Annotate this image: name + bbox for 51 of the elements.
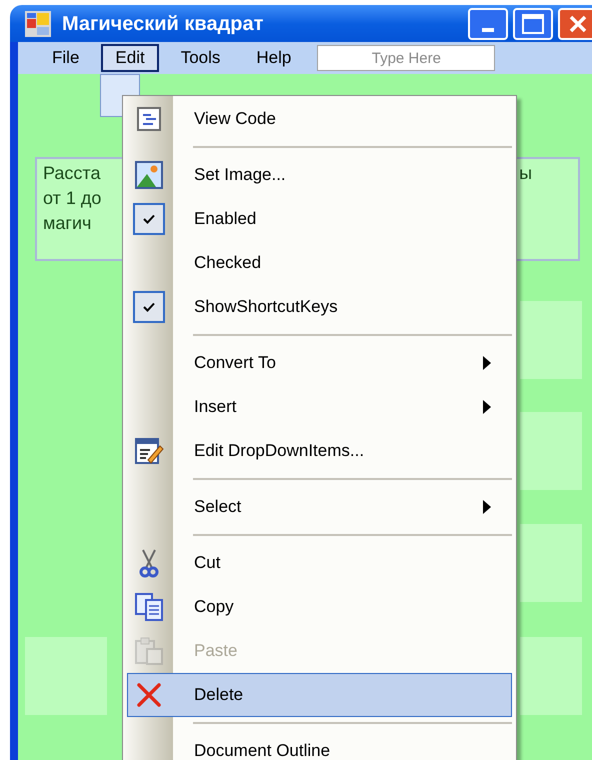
menu-item-label: Select (194, 496, 242, 518)
menu-item-label: View Code (194, 108, 277, 130)
checkmark-icon (143, 302, 155, 312)
menu-item-label: Document Outline (194, 740, 332, 760)
menu-item-label: Delete (194, 684, 244, 706)
label-text: от 1 до (43, 187, 102, 210)
menu-item-label: Edit DropDownItems... (194, 440, 366, 462)
menu-item[interactable]: Insert (127, 385, 512, 429)
menu-item[interactable]: Checked (127, 241, 512, 285)
menu-item-label: Cut (194, 552, 222, 574)
minimize-button[interactable] (468, 8, 508, 40)
menu-item-label: Enabled (194, 208, 258, 230)
menu-item-label: Paste (194, 640, 238, 662)
menu-item-label: Set Image... (194, 164, 287, 186)
delete-icon (136, 682, 162, 708)
close-icon (568, 14, 588, 34)
menu-bar-item[interactable]: File (38, 44, 94, 72)
menu-bar-item[interactable]: Tools (166, 44, 234, 72)
type-here-field[interactable]: Type Here (317, 45, 496, 71)
menu-item[interactable]: Enabled (127, 197, 512, 241)
menu-item-label: Convert To (194, 352, 277, 374)
menu-item[interactable]: Edit DropDownItems... (127, 429, 512, 473)
menu-item-label: Insert (194, 396, 238, 418)
picture-icon (134, 160, 164, 190)
label-text: ы (519, 162, 532, 185)
scissors-icon (139, 548, 159, 578)
menu-item[interactable]: Set Image... (127, 153, 512, 197)
menu-item[interactable]: Cut (127, 541, 512, 585)
copy-icon (134, 592, 164, 622)
menu-item[interactable]: Select (127, 485, 512, 529)
menu-item[interactable]: Copy (127, 585, 512, 629)
menu-item[interactable]: ShowShortcutKeys (127, 285, 512, 329)
window-title: Магический квадрат (62, 12, 264, 36)
menu-bar-item[interactable]: Edit (101, 44, 159, 72)
app-icon (24, 10, 52, 38)
checkmark-icon (143, 214, 155, 224)
menu-item[interactable]: Document Outline (127, 729, 512, 760)
menu-bar-item[interactable]: Help (242, 44, 306, 72)
menu-item-label: Copy (194, 596, 235, 618)
close-button[interactable] (558, 8, 592, 40)
edit-list-icon (134, 436, 164, 466)
menu-item-label: Checked (194, 252, 262, 274)
label-text: Расста (43, 162, 102, 185)
paste-icon (134, 636, 164, 666)
menu-item[interactable]: Convert To (127, 341, 512, 385)
menu-item[interactable]: View Code (127, 97, 512, 141)
label-text: магич (43, 212, 92, 235)
code-window-icon (136, 106, 162, 132)
menu-item[interactable]: Delete (127, 673, 512, 717)
menu-item-label: ShowShortcutKeys (194, 296, 339, 318)
maximize-button[interactable] (513, 8, 553, 40)
